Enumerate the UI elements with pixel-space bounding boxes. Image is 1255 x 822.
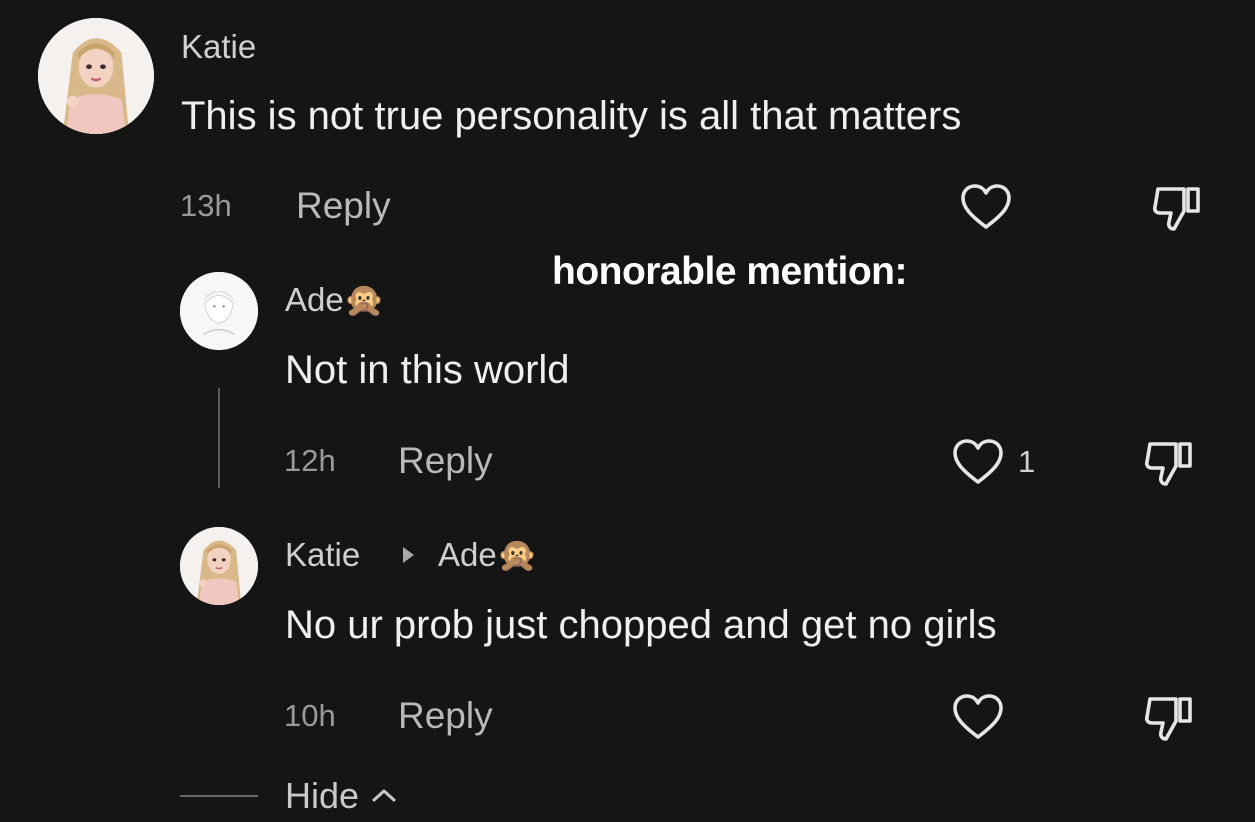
monkey-emoji-icon: 🙊	[496, 535, 538, 574]
comment-author[interactable]: Katie	[285, 538, 360, 571]
heart-icon[interactable]	[950, 436, 1006, 488]
comment-text: No ur prob just chopped and get no girls	[285, 603, 997, 647]
monkey-emoji-icon: 🙊	[343, 280, 385, 319]
heart-icon[interactable]	[950, 691, 1006, 743]
hide-label: Hide	[285, 775, 360, 816]
thread-line	[218, 388, 220, 488]
avatar-katie[interactable]	[38, 18, 154, 134]
reply-to-author[interactable]: Ade🙊	[438, 538, 538, 571]
avatar-katie[interactable]	[180, 527, 258, 605]
avatar-katie-image	[180, 527, 258, 605]
thumbs-down-icon[interactable]	[1140, 691, 1196, 743]
comment-timestamp: 13h	[180, 188, 232, 223]
avatar-ade[interactable]	[180, 272, 258, 350]
thumbs-down-icon[interactable]	[1140, 436, 1196, 488]
avatar-ade-image	[180, 272, 258, 350]
comment-text: Not in this world	[285, 348, 570, 392]
comment-author[interactable]: Katie	[181, 30, 256, 63]
avatar-katie-image	[38, 18, 154, 134]
heart-icon[interactable]	[958, 181, 1014, 233]
reply-button[interactable]: Reply	[296, 187, 391, 224]
reply-button[interactable]: Reply	[398, 697, 493, 734]
hide-replies-button[interactable]: Hide	[285, 778, 398, 814]
author-name: Ade	[285, 281, 344, 318]
comment-text: This is not true personality is all that…	[181, 94, 962, 138]
comment-timestamp: 10h	[284, 698, 336, 733]
like-count: 1	[1018, 444, 1036, 479]
hide-divider	[180, 795, 258, 797]
thumbs-down-icon[interactable]	[1148, 181, 1204, 233]
comment-timestamp: 12h	[284, 443, 336, 478]
author-name: Katie	[285, 536, 361, 573]
reply-to-name: Ade	[438, 536, 497, 573]
overlay-caption: honorable mention:	[552, 250, 908, 293]
triangle-right-icon	[403, 547, 414, 563]
comment-author[interactable]: Ade🙊	[285, 283, 385, 316]
chevron-up-icon	[372, 789, 395, 802]
reply-button[interactable]: Reply	[398, 442, 493, 479]
